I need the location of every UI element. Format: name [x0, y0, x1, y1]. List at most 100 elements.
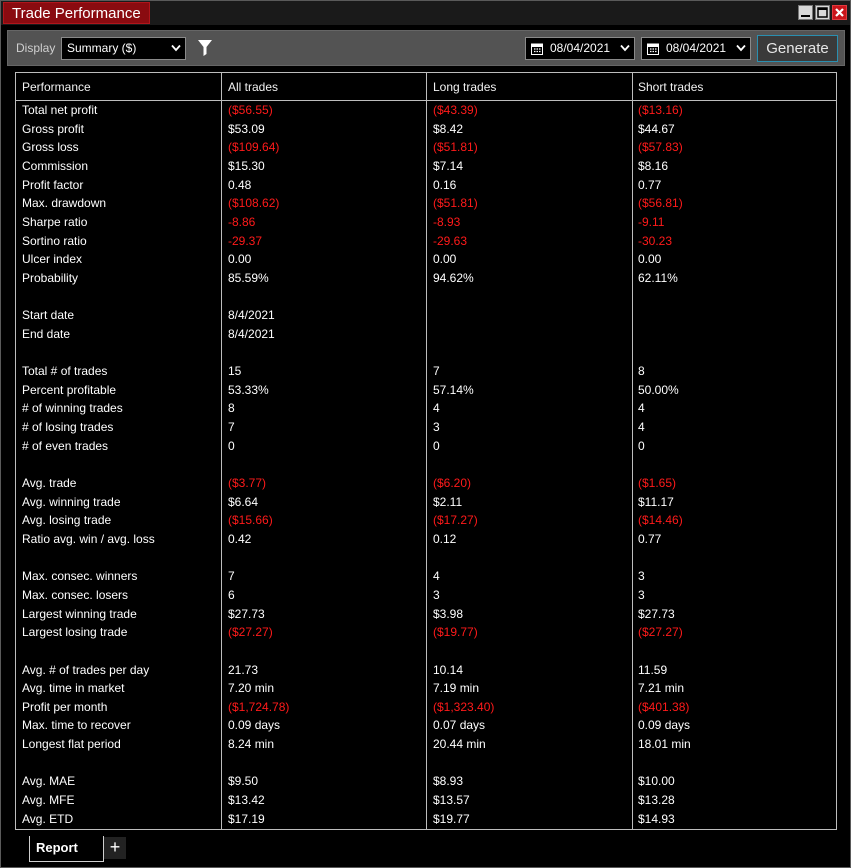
table-row[interactable]: Total # of trades 15 7 8 — [16, 362, 836, 380]
all-trades-value: 0 — [228, 438, 235, 453]
row-label: Avg. MAE — [22, 774, 76, 789]
table-row[interactable]: Largest winning trade $27.73 $3.98 $27.73 — [16, 605, 836, 623]
table-row[interactable]: # of even trades 0 0 0 — [16, 437, 836, 455]
row-label: Probability — [22, 270, 79, 285]
table-row[interactable]: Avg. ETD $17.19 $19.77 $14.93 — [16, 810, 836, 828]
table-row[interactable]: Max. time to recover 0.09 days 0.07 days 0.… — [16, 716, 836, 734]
row-label: Max. consec. winners — [22, 569, 138, 584]
tab-report[interactable]: Report — [29, 836, 104, 862]
table-row[interactable] — [16, 549, 836, 567]
row-label: Avg. ETD — [22, 811, 74, 826]
table-row[interactable]: Gross profit $53.09 $8.42 $44.67 — [16, 120, 836, 138]
table-row[interactable] — [16, 642, 836, 660]
long-trades-value: $2.11 — [433, 494, 463, 509]
table-row[interactable] — [16, 455, 836, 473]
table-row[interactable]: Avg. losing trade ($15.66) ($17.27) ($14.46… — [16, 511, 836, 529]
table-row[interactable]: # of losing trades 7 3 4 — [16, 418, 836, 436]
short-trades-value: ($57.83) — [638, 140, 683, 155]
row-label: # of winning trades — [22, 401, 123, 416]
table-row[interactable]: End date 8/4/2021 — [16, 325, 836, 343]
table-row[interactable]: Max. consec. losers 6 3 3 — [16, 586, 836, 604]
row-label: Max. time to recover — [22, 718, 131, 733]
all-trades-value: 53.33% — [228, 382, 269, 397]
calendar-icon — [647, 43, 659, 55]
date-to-value: 08/04/2021 — [666, 41, 727, 55]
short-trades-value: $13.28 — [638, 793, 675, 808]
filter-icon[interactable] — [198, 40, 212, 56]
table-row[interactable]: Total net profit ($56.55) ($43.39) ($13.16) — [16, 101, 836, 119]
table-row[interactable]: Profit per month ($1,724.78) ($1,323.40) ($… — [16, 698, 836, 716]
all-trades-value: ($27.27) — [228, 625, 273, 640]
short-trades-value: 0.77 — [638, 177, 662, 192]
long-trades-value: 0.12 — [433, 531, 457, 546]
date-from-picker[interactable]: 08/04/2021 — [525, 37, 635, 60]
chevron-down-icon — [620, 44, 630, 52]
table-row[interactable] — [16, 754, 836, 772]
column-header-all-trades[interactable]: All trades — [228, 80, 278, 94]
table-row[interactable]: Max. consec. winners 7 4 3 — [16, 567, 836, 585]
table-row[interactable]: Avg. time in market 7.20 min 7.19 min 7.21 … — [16, 679, 836, 697]
all-trades-value: ($15.66) — [228, 513, 273, 528]
table-row[interactable]: Longest flat period 8.24 min 20.44 min 18.0… — [16, 735, 836, 753]
table-row[interactable]: Avg. # of trades per day 21.73 10.14 11.59 — [16, 661, 836, 679]
all-trades-value: 0.48 — [228, 177, 252, 192]
all-trades-value: 6 — [228, 587, 235, 602]
table-row[interactable]: Sortino ratio -29.37 -29.63 -30.23 — [16, 232, 836, 250]
all-trades-value: $13.42 — [228, 793, 265, 808]
table-row[interactable]: Percent profitable 53.33% 57.14% 50.00% — [16, 381, 836, 399]
table-row[interactable]: Gross loss ($109.64) ($51.81) ($57.83) — [16, 138, 836, 156]
all-trades-value: 0.00 — [228, 252, 252, 267]
add-tab-button[interactable]: + — [104, 837, 126, 859]
table-row[interactable]: Ratio avg. win / avg. loss 0.42 0.12 0.77 — [16, 530, 836, 548]
date-to-picker[interactable]: 08/04/2021 — [641, 37, 751, 60]
calendar-icon — [531, 43, 543, 55]
window-title: Trade Performance — [3, 2, 150, 24]
column-header-long-trades[interactable]: Long trades — [433, 80, 496, 94]
table-row[interactable]: Start date 8/4/2021 — [16, 306, 836, 324]
row-label: Profit factor — [22, 177, 84, 192]
short-trades-value: 0.09 days — [638, 718, 691, 733]
column-header-short-trades[interactable]: Short trades — [638, 80, 703, 94]
all-trades-value: 8.24 min — [228, 737, 275, 752]
generate-button[interactable]: Generate — [757, 35, 838, 62]
table-row[interactable]: Profit factor 0.48 0.16 0.77 — [16, 176, 836, 194]
table-row[interactable] — [16, 288, 836, 306]
long-trades-value: -29.63 — [433, 233, 468, 248]
maximize-button[interactable] — [815, 5, 830, 20]
maximize-icon — [817, 7, 828, 18]
row-label: Sortino ratio — [22, 233, 87, 248]
long-trades-value: $3.98 — [433, 606, 464, 621]
table-row[interactable]: Avg. trade ($3.77) ($6.20) ($1.65) — [16, 474, 836, 492]
table-row[interactable]: # of winning trades 8 4 4 — [16, 399, 836, 417]
table-row[interactable]: Avg. MAE $9.50 $8.93 $10.00 — [16, 772, 836, 790]
table-row[interactable]: Sharpe ratio -8.86 -8.93 -9.11 — [16, 213, 836, 231]
short-trades-value: 18.01 min — [638, 737, 691, 752]
long-trades-value: ($17.27) — [433, 513, 478, 528]
toolbar: Display Summary ($) 08/04/2021 08/04/202… — [7, 30, 845, 66]
table-row[interactable]: Max. drawdown ($108.62) ($51.81) ($56.81) — [16, 194, 836, 212]
long-trades-value: 3 — [433, 420, 440, 435]
short-trades-value: ($56.81) — [638, 196, 683, 211]
short-trades-value: 3 — [638, 587, 645, 602]
close-button[interactable] — [832, 5, 847, 20]
table-row[interactable]: Probability 85.59% 94.62% 62.11% — [16, 269, 836, 287]
chevron-down-icon — [736, 44, 746, 52]
long-trades-value: 4 — [433, 401, 440, 416]
row-label: Total # of trades — [22, 364, 108, 379]
short-trades-value: $10.00 — [638, 774, 675, 789]
minimize-button[interactable] — [798, 5, 813, 20]
title-bar[interactable]: Trade Performance — [1, 1, 850, 25]
column-header-performance[interactable]: Performance — [22, 80, 91, 94]
table-row[interactable]: Largest losing trade ($27.27) ($19.77) ($27… — [16, 623, 836, 641]
short-trades-value: $8.16 — [638, 158, 669, 173]
long-trades-value: 0.16 — [433, 177, 457, 192]
row-label: Total net profit — [22, 103, 98, 117]
display-select[interactable]: Summary ($) — [61, 37, 186, 60]
table-row[interactable] — [16, 343, 836, 361]
table-row[interactable]: Ulcer index 0.00 0.00 0.00 — [16, 250, 836, 268]
table-row[interactable]: Commission $15.30 $7.14 $8.16 — [16, 157, 836, 175]
long-trades-value: ($19.77) — [433, 625, 478, 640]
table-row[interactable]: Avg. MFE $13.42 $13.57 $13.28 — [16, 791, 836, 809]
all-trades-value: 8 — [228, 401, 235, 416]
table-row[interactable]: Avg. winning trade $6.64 $2.11 $11.17 — [16, 493, 836, 511]
